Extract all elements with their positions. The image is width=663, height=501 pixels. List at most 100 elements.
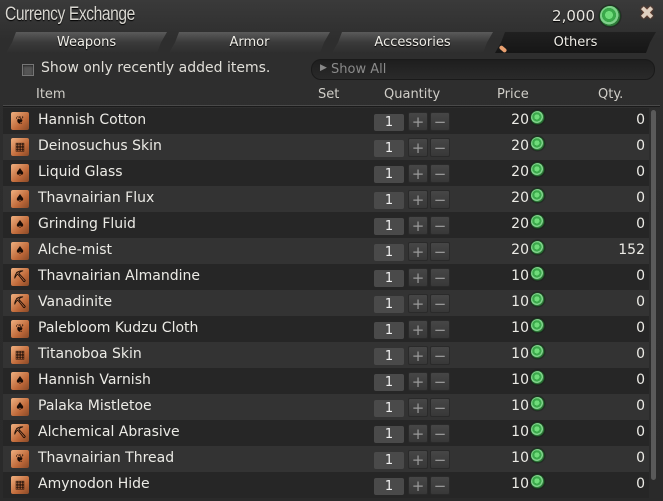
tab-others[interactable]: Others bbox=[495, 32, 656, 53]
price: 10 bbox=[511, 317, 545, 336]
decrement-button[interactable]: − bbox=[430, 320, 450, 339]
increment-button[interactable]: + bbox=[408, 346, 428, 365]
decrement-button[interactable]: − bbox=[430, 112, 450, 131]
close-button[interactable]: ✖ bbox=[637, 4, 657, 24]
item-row[interactable]: ♠ Liquid Glass 1 + − 20 0 bbox=[3, 160, 649, 186]
increment-button[interactable]: + bbox=[408, 372, 428, 391]
price: 20 bbox=[511, 135, 545, 154]
item-name: Palebloom Kudzu Cloth bbox=[38, 320, 199, 336]
owned-quantity: 0 bbox=[636, 450, 645, 466]
increment-button[interactable]: + bbox=[408, 320, 428, 339]
decrement-button[interactable]: − bbox=[430, 190, 450, 209]
show-filter-dropdown[interactable]: ▶ Show All bbox=[311, 59, 655, 80]
decrement-button[interactable]: − bbox=[430, 450, 450, 469]
scrollbar[interactable] bbox=[651, 110, 656, 498]
owned-quantity: 0 bbox=[636, 216, 645, 232]
recent-items-label[interactable]: Show only recently added items. bbox=[41, 60, 270, 76]
item-row[interactable]: ▦ Titanoboa Skin 1 + − 10 0 bbox=[3, 342, 649, 368]
price-value: 10 bbox=[511, 398, 529, 414]
quantity-input[interactable]: 1 bbox=[374, 322, 404, 339]
alchemist-icon: ♠ bbox=[11, 372, 29, 390]
owned-quantity: 0 bbox=[636, 190, 645, 206]
item-row[interactable]: ❦ Thavnairian Thread 1 + − 10 0 bbox=[3, 446, 649, 472]
item-row[interactable]: ▦ Amynodon Hide 1 + − 10 0 bbox=[3, 472, 649, 498]
quantity-input[interactable]: 1 bbox=[374, 400, 404, 417]
increment-button[interactable]: + bbox=[408, 476, 428, 495]
tab-armor[interactable]: Armor bbox=[169, 32, 330, 53]
price-value: 10 bbox=[511, 372, 529, 388]
scrollbar-thumb[interactable] bbox=[651, 110, 656, 480]
gem-currency-icon bbox=[530, 343, 545, 359]
price-value: 10 bbox=[511, 346, 529, 362]
increment-button[interactable]: + bbox=[408, 450, 428, 469]
decrement-button[interactable]: − bbox=[430, 476, 450, 495]
recent-items-checkbox[interactable] bbox=[22, 64, 34, 76]
decrement-button[interactable]: − bbox=[430, 164, 450, 183]
increment-button[interactable]: + bbox=[408, 398, 428, 417]
quantity-input[interactable]: 1 bbox=[374, 166, 404, 183]
decrement-button[interactable]: − bbox=[430, 216, 450, 235]
increment-button[interactable]: + bbox=[408, 190, 428, 209]
miner-icon: ⛏ bbox=[11, 268, 29, 286]
header-divider bbox=[3, 105, 660, 107]
tab-weapons[interactable]: Weapons bbox=[6, 32, 167, 53]
quantity-input[interactable]: 1 bbox=[374, 296, 404, 313]
item-name: Grinding Fluid bbox=[38, 216, 136, 232]
gem-currency-icon bbox=[530, 239, 545, 255]
item-row[interactable]: ♠ Grinding Fluid 1 + − 20 0 bbox=[3, 212, 649, 238]
item-row[interactable]: ♠ Thavnairian Flux 1 + − 20 0 bbox=[3, 186, 649, 212]
decrement-button[interactable]: − bbox=[430, 398, 450, 417]
increment-button[interactable]: + bbox=[408, 294, 428, 313]
increment-button[interactable]: + bbox=[408, 268, 428, 287]
quantity-input[interactable]: 1 bbox=[374, 114, 404, 131]
item-row[interactable]: ♠ Hannish Varnish 1 + − 10 0 bbox=[3, 368, 649, 394]
item-row[interactable]: ⛏ Alchemical Abrasive 1 + − 10 0 bbox=[3, 420, 649, 446]
item-list: ❦ Hannish Cotton 1 + −20 0 ▦ Deinosuchus Skin 1 +… bbox=[3, 108, 660, 501]
alchemist-icon: ♠ bbox=[11, 242, 29, 260]
increment-button[interactable]: + bbox=[408, 242, 428, 261]
tab-label: Accessories bbox=[374, 35, 451, 50]
item-row[interactable]: ▦ Deinosuchus Skin 1 + − 20 0 bbox=[3, 134, 649, 160]
alchemist-icon: ♠ bbox=[11, 164, 29, 182]
filter-row: Show only recently added items. ▶ Show A… bbox=[0, 58, 663, 82]
quantity-input[interactable]: 1 bbox=[374, 452, 404, 469]
triangle-right-icon: ▶ bbox=[320, 63, 327, 73]
decrement-button[interactable]: − bbox=[430, 268, 450, 287]
quantity-input[interactable]: 1 bbox=[374, 270, 404, 287]
item-row[interactable]: ⛏ Thavnairian Almandine 1 + − 10 0 bbox=[3, 264, 649, 290]
owned-quantity: 0 bbox=[636, 346, 645, 362]
decrement-button[interactable]: − bbox=[430, 242, 450, 261]
item-row[interactable]: ♠ Palaka Mistletoe 1 + − 10 0 bbox=[3, 394, 649, 420]
decrement-button[interactable]: − bbox=[430, 346, 450, 365]
miner-icon: ⛏ bbox=[11, 294, 29, 312]
quantity-input[interactable]: 1 bbox=[374, 426, 404, 443]
item-row[interactable]: ♠ Alche-mist 1 + − 20 152 bbox=[3, 238, 649, 264]
decrement-button[interactable]: − bbox=[430, 294, 450, 313]
quantity-input[interactable]: 1 bbox=[374, 348, 404, 365]
quantity-input[interactable]: 1 bbox=[374, 192, 404, 209]
quantity-input[interactable]: 1 bbox=[374, 218, 404, 235]
price-value: 10 bbox=[511, 450, 529, 466]
increment-button[interactable]: + bbox=[408, 112, 428, 131]
item-row[interactable]: ❦ Hannish Cotton 1 + − 20 0 bbox=[3, 108, 649, 134]
price-value: 20 bbox=[511, 112, 529, 128]
owned-quantity: 0 bbox=[636, 164, 645, 180]
item-row[interactable]: ❦ Palebloom Kudzu Cloth 1 + − 10 0 bbox=[3, 316, 649, 342]
item-name: Vanadinite bbox=[38, 294, 113, 310]
quantity-input[interactable]: 1 bbox=[374, 244, 404, 261]
increment-button[interactable]: + bbox=[408, 424, 428, 443]
quantity-input[interactable]: 1 bbox=[374, 374, 404, 391]
increment-button[interactable]: + bbox=[408, 138, 428, 157]
increment-button[interactable]: + bbox=[408, 164, 428, 183]
decrement-button[interactable]: − bbox=[430, 424, 450, 443]
decrement-button[interactable]: − bbox=[430, 138, 450, 157]
tab-accessories[interactable]: Accessories bbox=[332, 32, 493, 53]
column-header-quantity: Quantity bbox=[384, 87, 441, 102]
quantity-input[interactable]: 1 bbox=[374, 140, 404, 157]
increment-button[interactable]: + bbox=[408, 216, 428, 235]
quantity-input[interactable]: 1 bbox=[374, 478, 404, 495]
alchemist-icon: ♠ bbox=[11, 216, 29, 234]
item-row[interactable]: ⛏ Vanadinite 1 + − 10 0 bbox=[3, 290, 649, 316]
decrement-button[interactable]: − bbox=[430, 372, 450, 391]
item-name: Liquid Glass bbox=[38, 164, 123, 180]
